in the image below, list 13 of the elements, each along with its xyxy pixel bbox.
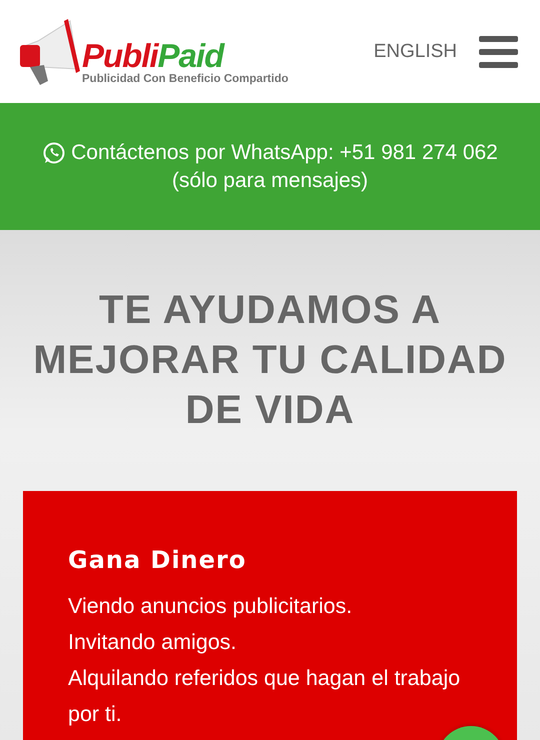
logo-tagline: Publicidad Con Beneficio Compartido [82,72,288,84]
card-text: Alquilando referidos que hagan el trabajo por ti. [68,665,462,728]
card-text: Invitando amigos. [68,629,238,656]
language-link[interactable]: ENGLISH [374,40,457,62]
whatsapp-icon [42,140,66,164]
contact-note: (sólo para mensajes) [172,168,368,192]
card-title: Gana Dinero [68,546,248,574]
card-text: Viendo anuncios publicitarios. [68,593,354,620]
contact-text: Contáctenos por WhatsApp: +51 981 274 062 [71,140,498,164]
logo-wordmark: PubliPaid [82,38,226,72]
hero-heading: TE AYUDAMOS A MEJORAR TU CALIDAD DE VIDA [32,287,508,434]
megaphone-icon [18,18,80,84]
menu-icon[interactable] [479,36,518,68]
